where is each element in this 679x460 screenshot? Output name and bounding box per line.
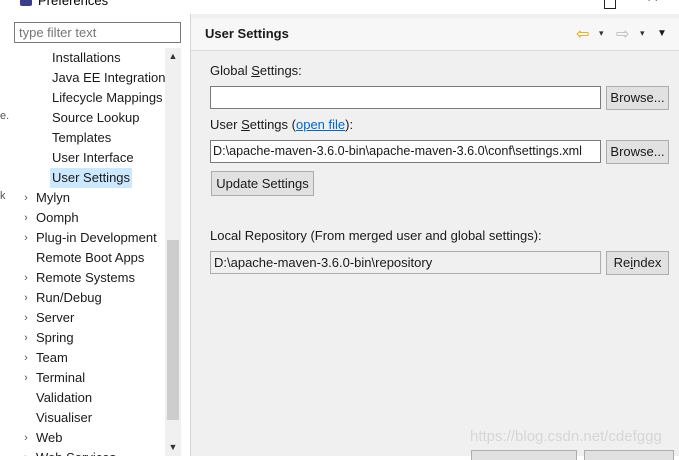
open-file-link[interactable]: open file [296,117,345,132]
tree-item-label: Server [36,310,75,325]
tree-item-terminal[interactable]: › Terminal [14,368,165,388]
page-header: User Settings ⇦ ▾ ⇨ ▾ ▼ [191,18,679,51]
update-settings-button[interactable]: Update Settings [211,171,314,196]
tree-item-plug-in-development[interactable]: › Plug-in Development [14,228,165,248]
tree-item-label: Lifecycle Mappings [52,90,163,105]
expand-chevron-icon[interactable]: › [20,348,32,368]
scroll-down-icon[interactable]: ▼ [165,439,181,456]
expand-chevron-icon[interactable]: › [20,428,32,448]
eclipse-app-icon [20,0,32,6]
background-text-fragment: k [0,190,6,202]
close-icon[interactable]: ✕ [646,0,659,6]
tree-item-label: User Interface [52,150,134,165]
back-history-dropdown-icon[interactable]: ▾ [599,28,604,39]
expand-chevron-icon[interactable]: › [20,368,32,388]
tree-item-java-ee-integration[interactable]: Java EE Integration [14,68,165,88]
tree-item-validation[interactable]: Validation [14,388,165,408]
global-settings-field[interactable] [210,86,601,109]
tree-item-user-interface[interactable]: User Interface [14,148,165,168]
tree-item-remote-boot-apps[interactable]: Remote Boot Apps [14,248,165,268]
background-window-edge: e. k [0,14,11,456]
tree-item-label: Installations [52,50,121,65]
tree-scrollbar[interactable]: ▲ ▼ [165,48,181,456]
tree-item-remote-systems[interactable]: › Remote Systems [14,268,165,288]
tree-item-visualiser[interactable]: Visualiser [14,408,165,428]
global-settings-browse-button[interactable]: Browse... [606,86,669,110]
expand-chevron-icon[interactable]: › [20,328,32,348]
reindex-button[interactable]: Reindex [606,251,669,275]
tree-item-label: Remote Boot Apps [36,250,145,265]
forward-history-dropdown-icon[interactable]: ▾ [640,28,645,39]
tree-item-mylyn[interactable]: › Mylyn [14,188,165,208]
forward-arrow-icon[interactable]: ⇨ [616,24,629,44]
local-repository-field: D:\apache-maven-3.6.0-bin\repository [210,251,601,274]
user-settings-browse-button[interactable]: Browse... [606,140,669,164]
expand-chevron-icon[interactable]: › [20,268,32,288]
expand-chevron-icon[interactable]: › [20,448,32,456]
tree-item-label: Run/Debug [36,290,102,305]
tree-item-label: User Settings [50,168,133,188]
tree-item-label: Java EE Integration [52,70,165,85]
tree-item-team[interactable]: › Team [14,348,165,368]
tree-item-label: Plug-in Development [36,230,157,245]
tree-item-label: Web Services [36,448,116,456]
tree-item-server[interactable]: › Server [14,308,165,328]
tree-item-label: Team [36,350,68,365]
global-settings-label: Global Settings: [210,63,302,78]
expand-chevron-icon[interactable]: › [20,228,32,248]
expand-chevron-icon[interactable]: › [20,188,32,208]
user-settings-label: User Settings (open file): [210,117,354,132]
tree-item-label: Terminal [36,370,86,385]
minimize-icon[interactable] [604,0,616,9]
tree-item-templates[interactable]: Templates [14,128,165,148]
expand-chevron-icon[interactable]: › [20,208,32,228]
tree-item-source-lookup[interactable]: Source Lookup [14,108,165,128]
watermark-text: https://blog.csdn.net/cdefggg [470,428,662,445]
window-title: Preferences [38,0,109,8]
tree-item-label: Source Lookup [52,110,140,125]
page-title: User Settings [205,26,289,41]
tree-item-spring[interactable]: › Spring [14,328,165,348]
tree-item-label: Spring [36,330,74,345]
view-menu-icon[interactable]: ▼ [657,28,667,39]
tree-item-label: Validation [36,390,93,405]
user-settings-field[interactable]: D:\apache-maven-3.6.0-bin\apache-maven-3… [210,140,601,163]
tree-item-web[interactable]: › Web [14,428,165,448]
back-arrow-icon[interactable]: ⇦ [576,24,589,44]
tree-item-label: Web [36,430,63,445]
preferences-tree: Installations Java EE Integration Lifecy… [14,48,165,456]
tree-item-label: Remote Systems [36,270,135,285]
scroll-up-icon[interactable]: ▲ [165,48,181,65]
tree-item-label: Templates [52,130,112,145]
tree-item-web-services[interactable]: › Web Services [14,448,165,456]
tree-item-label: Visualiser [36,410,93,425]
bottom-button-partial[interactable] [584,450,674,460]
tree-item-user-settings[interactable]: User Settings [14,168,165,188]
window-titlebar: Preferences ✕ [0,0,679,14]
scroll-thumb[interactable] [167,240,179,420]
tree-item-installations[interactable]: Installations [14,48,165,68]
expand-chevron-icon[interactable]: › [20,288,32,308]
tree-item-lifecycle-mappings[interactable]: Lifecycle Mappings [14,88,165,108]
tree-item-run-debug[interactable]: › Run/Debug [14,288,165,308]
tree-item-oomph[interactable]: › Oomph [14,208,165,228]
tree-item-label: Oomph [36,210,79,225]
bottom-button-partial[interactable] [471,450,577,460]
local-repository-label: Local Repository (From merged user and g… [210,228,542,243]
filter-input[interactable] [14,22,181,43]
background-text-fragment: e. [0,110,10,122]
expand-chevron-icon[interactable]: › [20,308,32,328]
tree-item-label: Mylyn [36,190,70,205]
